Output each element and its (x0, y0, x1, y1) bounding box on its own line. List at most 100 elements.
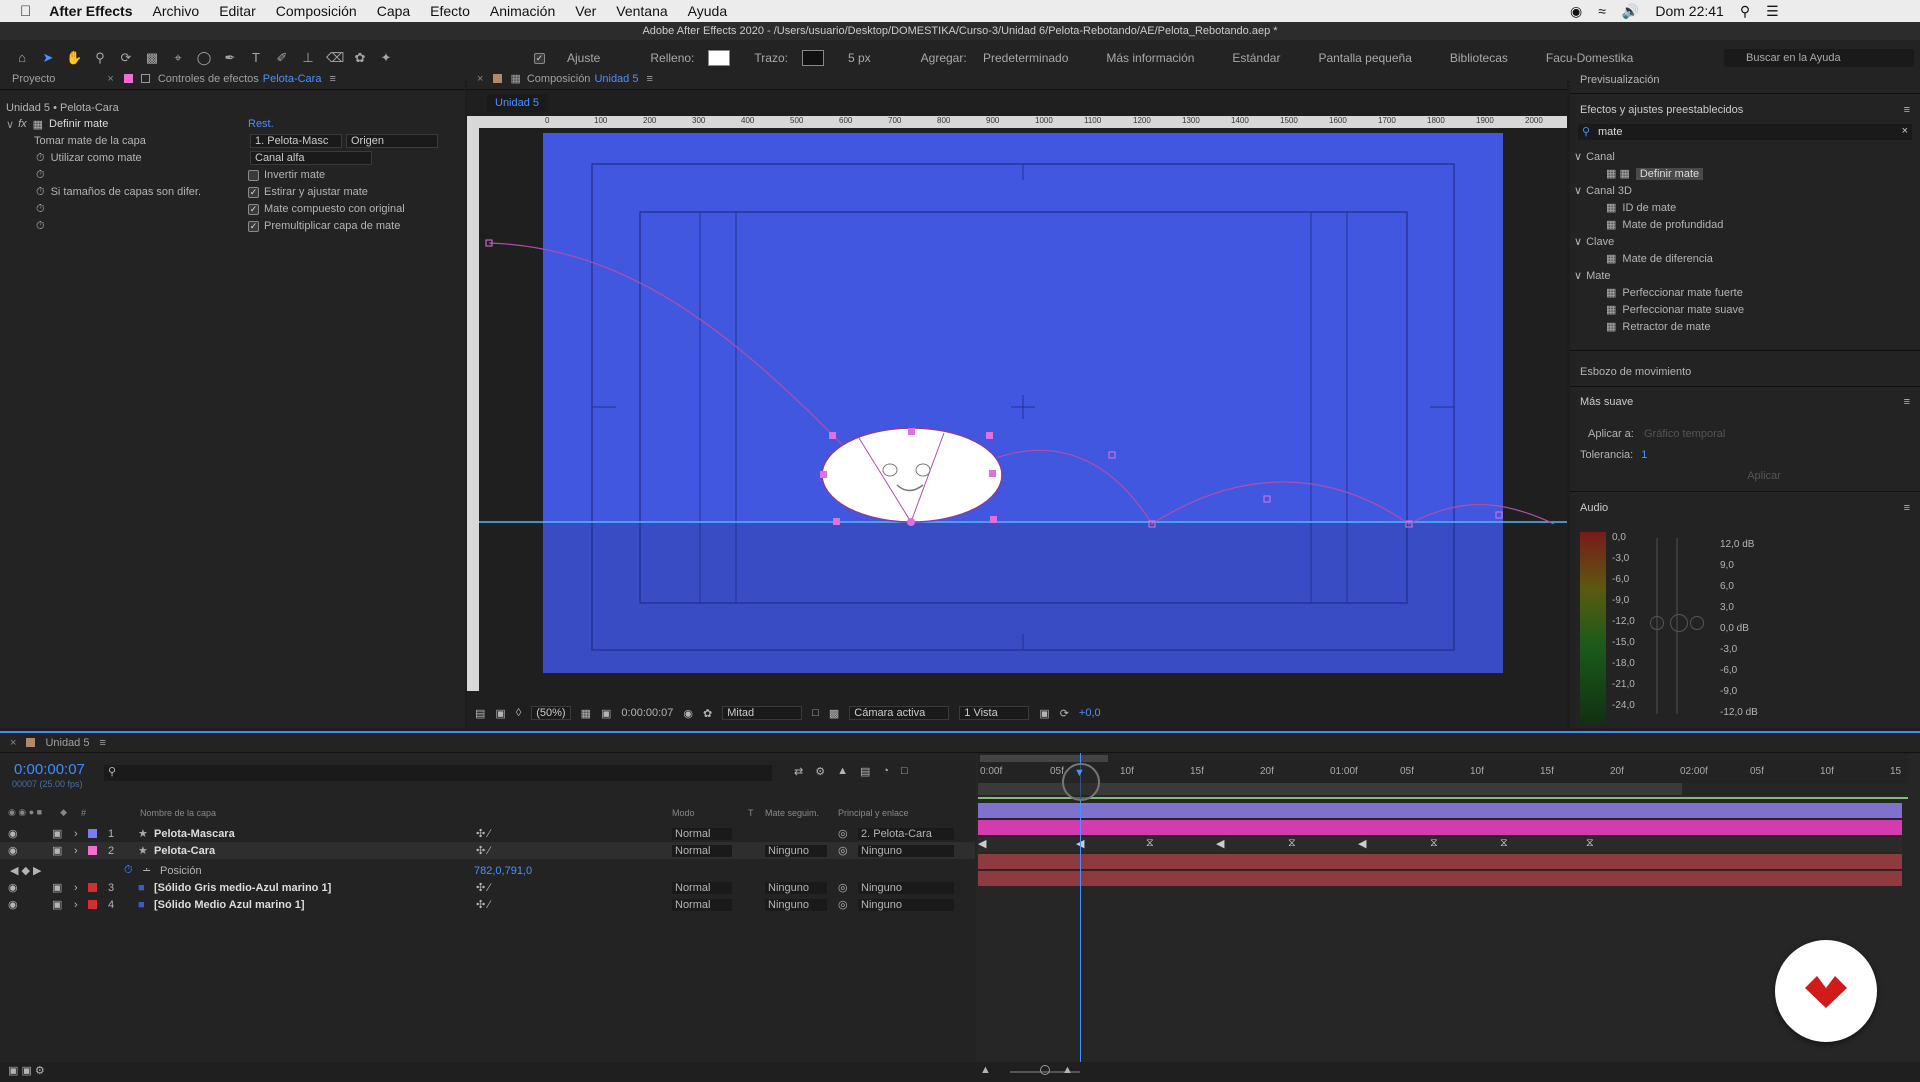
layer-color-swatch[interactable] (88, 829, 97, 838)
app-menu[interactable]: After Effects (49, 3, 132, 19)
reset-link[interactable]: Rest. (248, 118, 274, 130)
category-mate[interactable]: ∨ Mate (1574, 267, 1914, 284)
panel-menu-icon[interactable]: ≡ (646, 73, 652, 85)
menu-ver[interactable]: Ver (575, 3, 596, 19)
parent-select[interactable]: 2. Pelota-Cara (858, 827, 954, 840)
lock-icon[interactable] (140, 74, 150, 83)
tab-comp-name[interactable]: Unidad 5 (594, 73, 638, 85)
tab-effect-controls[interactable]: Controles de efectos (158, 73, 259, 85)
keyframe-nav-icon[interactable]: ◀ ◆ ▶ (10, 864, 42, 877)
preview-header[interactable]: Previsualización (1580, 72, 1659, 88)
mode-select[interactable]: Normal (672, 827, 732, 840)
volume-icon[interactable]: 🔊 (1622, 3, 1639, 20)
parent-pickwhip-icon[interactable]: ◎ (838, 844, 848, 857)
snap-checkbox[interactable]: ✓ (534, 52, 545, 64)
shy-icon[interactable]: ▲ (837, 765, 848, 778)
playhead-handle[interactable]: ▼ (1062, 763, 1100, 801)
composite-checkbox[interactable]: ✓ (248, 203, 259, 215)
category-canal[interactable]: ∨ Canal (1574, 148, 1914, 165)
zoom-slider-thumb[interactable] (1040, 1065, 1050, 1075)
expand-icon[interactable]: › (74, 899, 78, 911)
comp-subtab[interactable]: Unidad 5 (487, 94, 548, 112)
keyframe-marker[interactable]: ⧖ (1146, 837, 1154, 850)
keyframe-marker[interactable]: ◀ (1216, 837, 1224, 850)
rotate-tool-icon[interactable]: ⟳ (118, 50, 134, 66)
layer-switches[interactable]: ✣ ∕ (476, 898, 490, 911)
eye-icon[interactable]: ◉ (8, 881, 18, 894)
category-canal-3d[interactable]: ∨ Canal 3D (1574, 182, 1914, 199)
panel-menu-icon[interactable]: ≡ (99, 737, 105, 749)
effect-name[interactable]: Definir mate (49, 118, 108, 130)
graph-editor-icon[interactable]: □ (901, 765, 908, 778)
parent-pickwhip-icon[interactable]: ◎ (838, 881, 848, 894)
menu-ventana[interactable]: Ventana (616, 3, 667, 19)
effects-search[interactable]: ⚲ mate × (1578, 124, 1912, 140)
eye-icon[interactable]: ◉ (8, 898, 18, 911)
close-icon[interactable]: × (477, 73, 483, 85)
lock-icon[interactable]: ▦ (510, 72, 520, 85)
record-icon[interactable]: ◉ (1570, 3, 1582, 20)
expand-icon[interactable]: › (74, 882, 78, 894)
parent-select[interactable]: Ninguno (858, 881, 954, 894)
expand-icon[interactable]: › (74, 828, 78, 840)
playhead-line[interactable] (1080, 753, 1081, 1082)
layer-row[interactable]: ◉ ▣ › 4 ■ [Sólido Medio Azul marino 1] ✣ ∕ Norm… (0, 896, 975, 913)
menu-efecto[interactable]: Efecto (430, 3, 470, 19)
lock-icon[interactable]: ▣ (52, 881, 62, 894)
hand-tool-icon[interactable]: ✋ (66, 50, 82, 66)
always-preview-icon[interactable]: ▤ (475, 707, 485, 720)
effect-mate-profundidad[interactable]: ▦ Mate de profundidad (1606, 216, 1920, 233)
transparency-grid-icon[interactable]: ▩ (829, 707, 839, 720)
toggle-icon[interactable]: ▣ (1039, 707, 1049, 720)
clock[interactable]: Dom 22:41 (1655, 3, 1723, 19)
fill-swatch[interactable] (708, 50, 731, 66)
resolution-select[interactable]: Mitad (722, 706, 803, 720)
comp-canvas[interactable] (479, 128, 1567, 691)
keyframe-marker[interactable]: ◀ (1358, 837, 1366, 850)
reset-exposure-icon[interactable]: ⟳ (1060, 707, 1069, 720)
collapse-icon[interactable]: ∨ (6, 118, 14, 131)
parent-pickwhip-icon[interactable]: ◎ (838, 898, 848, 911)
matte-source-select[interactable]: Origen (346, 134, 438, 148)
roi-icon[interactable]: □ (812, 707, 819, 719)
use-as-select[interactable]: Canal alfa (250, 151, 372, 165)
workspace-facu[interactable]: Facu-Domestika (1546, 51, 1633, 65)
audio-slider-thumb[interactable] (1650, 616, 1664, 630)
exposure-value[interactable]: +0,0 (1079, 707, 1101, 719)
keyframe-marker[interactable]: ◀ (978, 837, 986, 850)
camera-tool-icon[interactable]: ▩ (144, 50, 160, 66)
eye-icon[interactable]: ◉ (8, 844, 18, 857)
zoom-in-icon[interactable]: ▲ (1062, 1064, 1073, 1076)
layer-name[interactable]: Pelota-Cara (154, 845, 215, 857)
mask-icon[interactable]: ◊ (516, 707, 521, 719)
apply-button[interactable]: Aplicar (1714, 468, 1814, 484)
layer-switches[interactable]: ✣ ∕ (476, 844, 490, 857)
tab-effect-layer[interactable]: Pelota-Cara (263, 73, 322, 85)
stopwatch-icon[interactable]: ⏱ (36, 203, 45, 216)
zoom-tool-icon[interactable]: ⚲ (92, 50, 108, 66)
close-icon[interactable]: × (107, 73, 113, 85)
keyframe-marker[interactable]: ⧖ (1430, 837, 1438, 850)
panel-menu-icon[interactable]: ≡ (1904, 396, 1910, 408)
effect-perfeccionar-fuerte[interactable]: ▦ Perfeccionar mate fuerte (1606, 284, 1920, 301)
effects-search-input[interactable]: mate (1598, 126, 1622, 138)
workspace-mas-informacion[interactable]: Más información (1106, 51, 1194, 65)
effect-mate-diferencia[interactable]: ▦ Mate de diferencia (1606, 250, 1920, 267)
audio-slider-thumb[interactable] (1690, 616, 1704, 630)
workspace-bibliotecas[interactable]: Bibliotecas (1450, 51, 1508, 65)
layer-row[interactable]: ◉ ▣ › 3 ■ [Sólido Gris medio-Azul marino 1] ✣ … (0, 879, 975, 896)
stroke-swatch[interactable] (801, 50, 824, 66)
eraser-tool-icon[interactable]: ⌫ (326, 50, 344, 66)
layer-name[interactable]: Pelota-Mascara (154, 828, 235, 840)
stopwatch-icon[interactable]: ⏱ (36, 220, 45, 233)
menu-archivo[interactable]: Archivo (153, 3, 200, 19)
lock-icon[interactable]: ▣ (52, 898, 62, 911)
lock-icon[interactable]: ▣ (52, 844, 62, 857)
add-label[interactable]: Agregar: (921, 51, 967, 65)
take-matte-select[interactable]: 1. Pelota-Masc (250, 134, 342, 148)
layer-bar-4[interactable] (978, 871, 1902, 886)
clear-search-icon[interactable]: × (1902, 125, 1908, 137)
layer-bar-3[interactable] (978, 854, 1902, 869)
search-help-input[interactable]: Buscar en la Ayuda (1724, 49, 1914, 67)
menu-editar[interactable]: Editar (219, 3, 256, 19)
